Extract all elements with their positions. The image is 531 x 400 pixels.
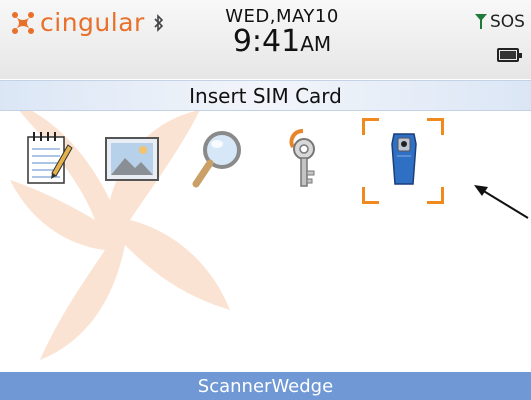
battery-icon bbox=[497, 48, 522, 62]
magnifier-icon bbox=[192, 131, 241, 188]
time-label: 9:41 bbox=[232, 24, 301, 59]
selected-app-title-bar: ScannerWedge bbox=[0, 372, 531, 400]
selected-app-label: ScannerWedge bbox=[197, 375, 334, 397]
notepad-icon bbox=[27, 132, 73, 184]
sos-label: SOS bbox=[490, 12, 525, 32]
pictures-app[interactable] bbox=[100, 124, 164, 194]
bluetooth-icon bbox=[154, 13, 163, 32]
cingular-logo-icon bbox=[12, 11, 34, 34]
date-time: WED,MAY10 9:41AM bbox=[212, 6, 352, 59]
ampm-label: AM bbox=[300, 32, 332, 56]
key-icon bbox=[289, 129, 315, 187]
notification-banner: Insert SIM Card bbox=[0, 80, 531, 111]
selection-focus-brackets bbox=[362, 118, 444, 204]
callout-arrow bbox=[474, 185, 529, 219]
signal-indicator: SOS bbox=[474, 12, 525, 32]
banner-text: Insert SIM Card bbox=[189, 83, 342, 108]
clock: 9:41AM bbox=[212, 27, 352, 59]
search-app[interactable] bbox=[186, 124, 250, 194]
password-keeper-app[interactable] bbox=[272, 124, 336, 194]
home-screen: cingular WED,MAY10 9:41AM SOS Insert SIM… bbox=[0, 0, 531, 400]
picture-icon bbox=[105, 137, 159, 181]
notepad-app[interactable] bbox=[16, 124, 80, 194]
signal-antenna-icon bbox=[475, 14, 487, 29]
carrier-name: cingular bbox=[40, 8, 145, 37]
status-bar: cingular WED,MAY10 9:41AM SOS bbox=[0, 0, 531, 79]
carrier-indicator: cingular bbox=[10, 8, 165, 37]
